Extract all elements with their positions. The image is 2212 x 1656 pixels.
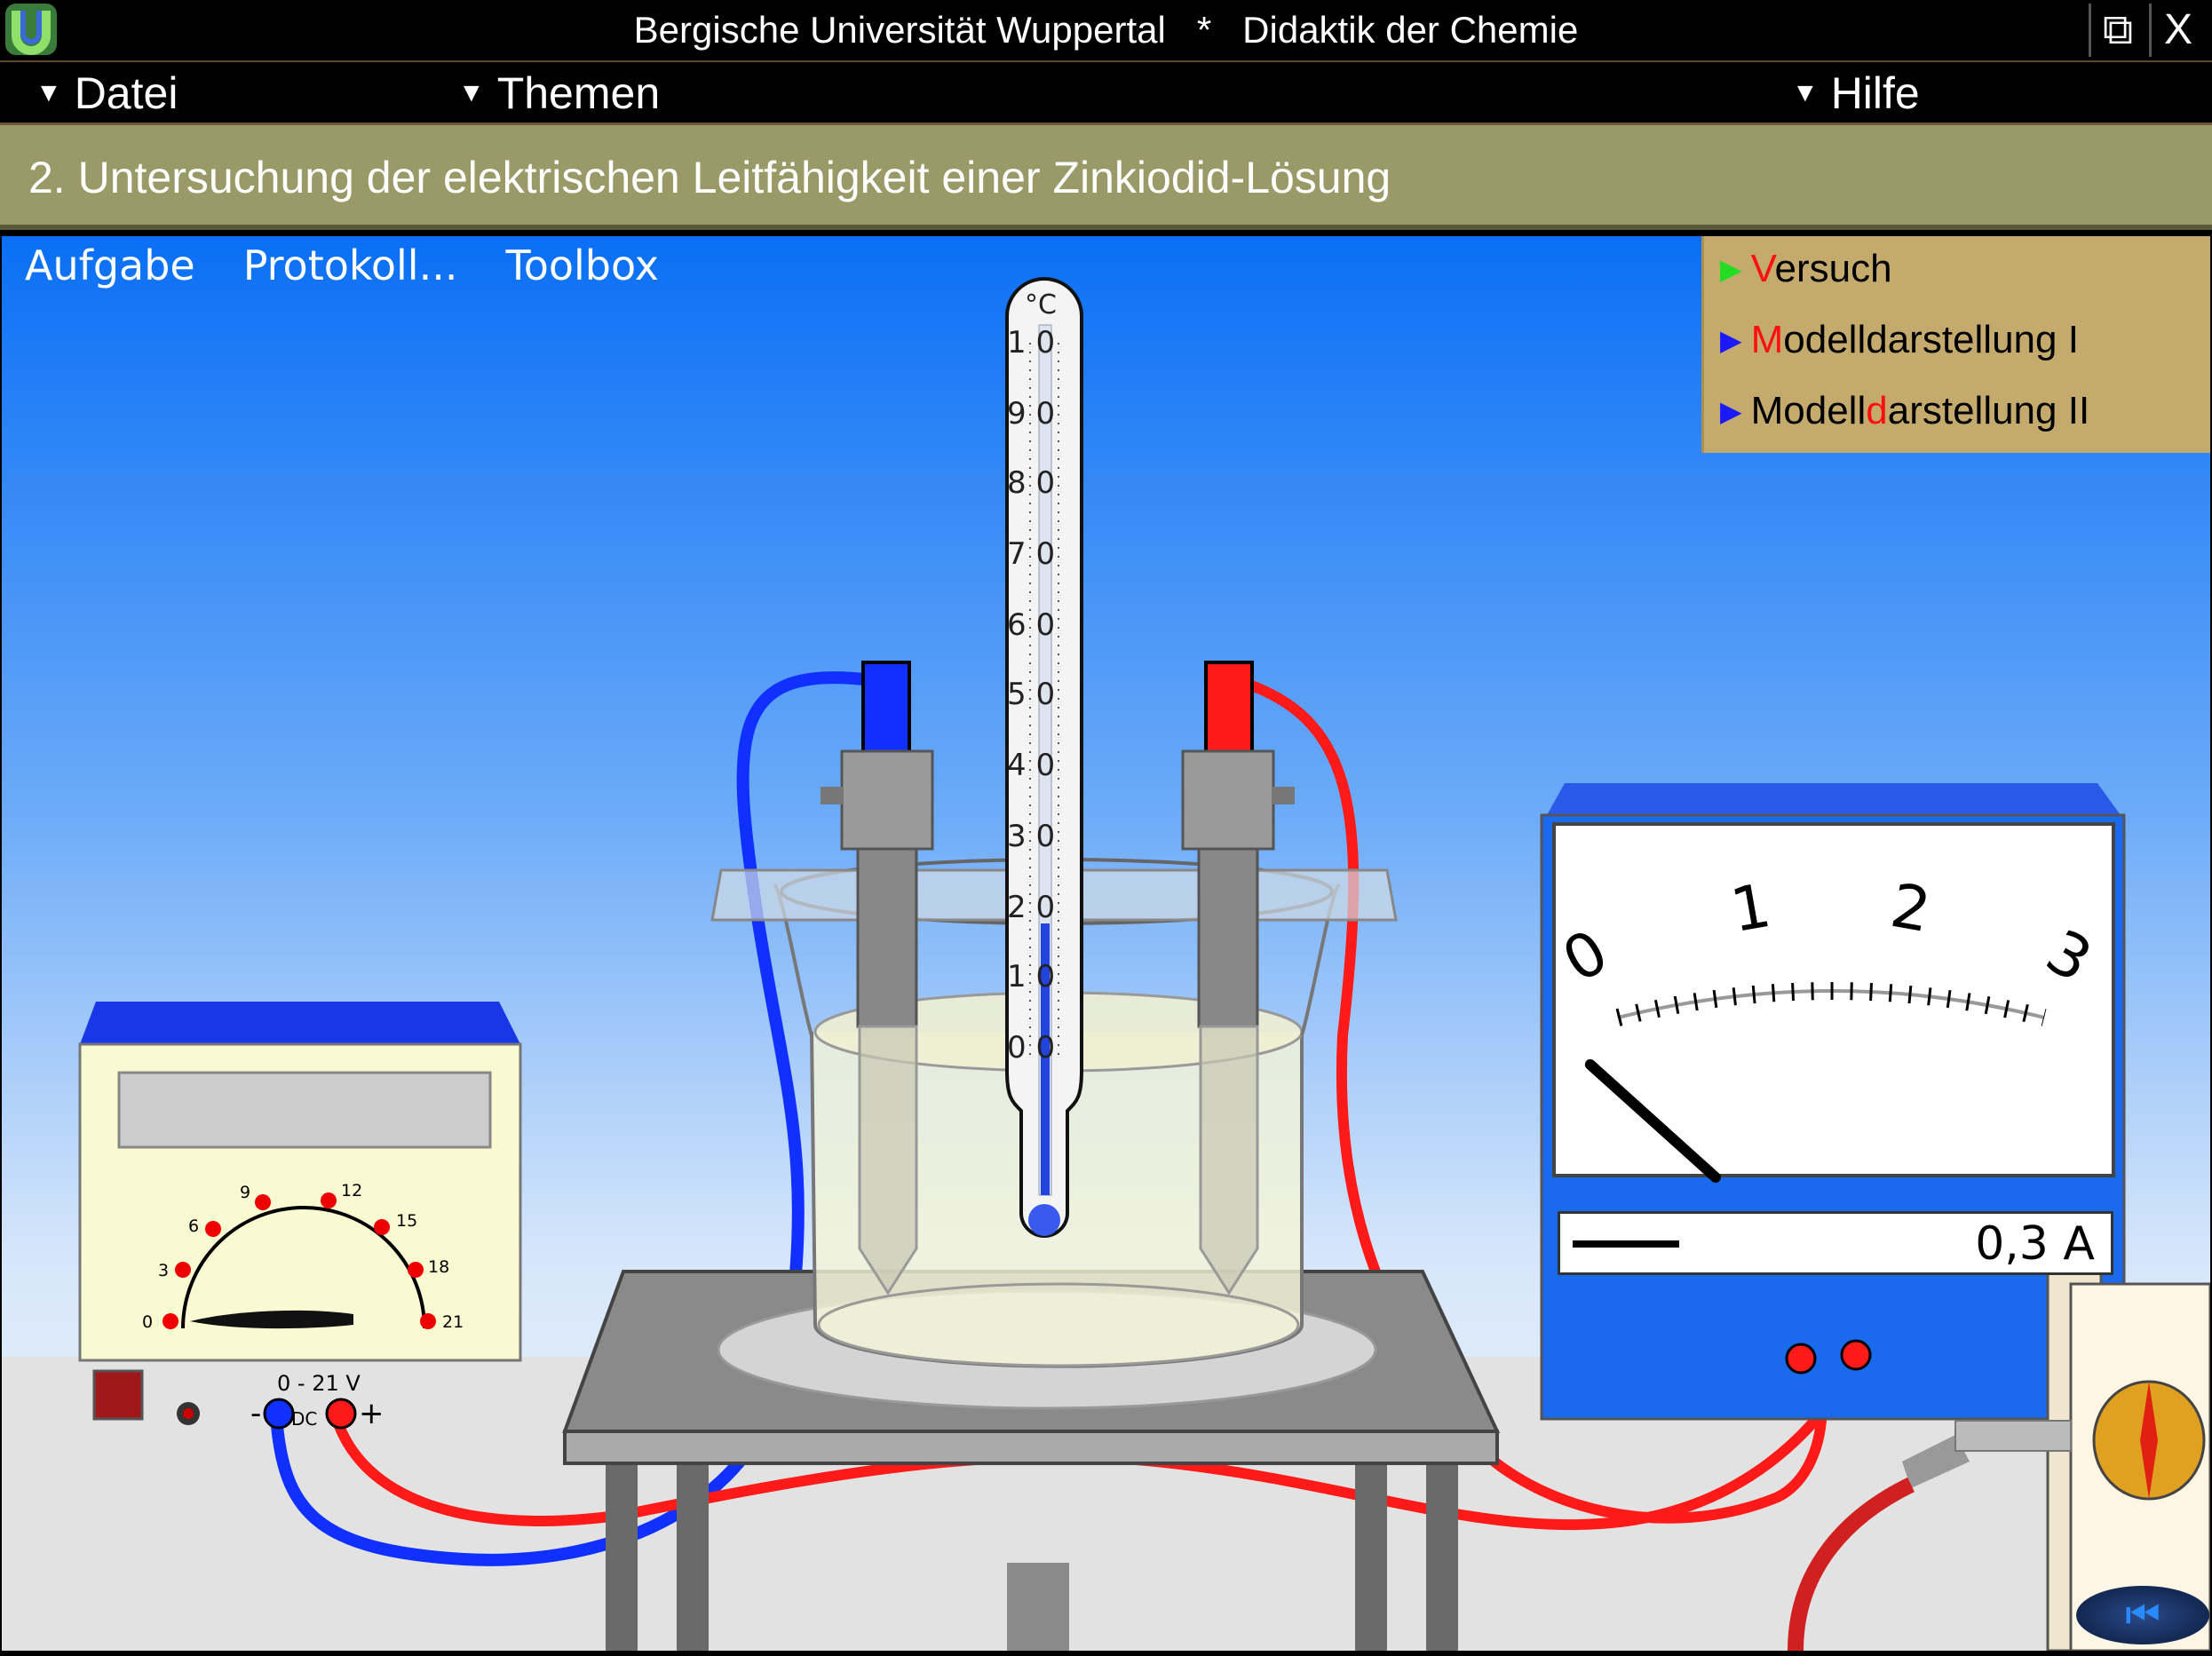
dial-label: 6 — [188, 1216, 200, 1236]
view-modelldarstellung-1[interactable]: ▶ Modelldarstellung I — [1720, 318, 2079, 362]
chevron-down-icon: ▼ — [458, 78, 485, 107]
view-modelldarstellung-2-label: Modelldarstellung II — [1750, 389, 2090, 432]
skip-back-icon: ⏮ — [2125, 1592, 2160, 1637]
dial-label: 9 — [240, 1183, 251, 1202]
nav-back-button[interactable]: ⏮ — [2076, 1586, 2209, 1644]
ammeter — [1540, 783, 2126, 1421]
tab-aufgabe[interactable]: Aufgabe — [25, 242, 195, 289]
close-window-button[interactable]: X — [2149, 4, 2205, 57]
view-selector: ▶ Versuch ▶ Modelldarstellung I ▶ Modell… — [1701, 236, 2210, 453]
menu-bar: ▼ Datei ▼ Themen ▼ Hilfe — [0, 62, 2212, 125]
thermometer-label: 6 0 — [1007, 607, 1056, 643]
tab-protokoll[interactable]: Protokoll... — [243, 242, 458, 289]
menu-datei-label: Datei — [74, 68, 178, 118]
ammeter-readout: 0,3 A — [1558, 1211, 2113, 1275]
thermometer-label: 0 0 — [1007, 1030, 1056, 1066]
thermometer-label: 8 0 — [1007, 465, 1056, 501]
view-modelldarstellung-1-label: Modelldarstellung I — [1750, 318, 2079, 361]
dial-label: 21 — [442, 1312, 464, 1332]
thermometer-unit: °C — [1025, 289, 1057, 321]
topic-title: 2. Untersuchung der elektrischen Leitfäh… — [28, 153, 1391, 202]
menu-themen[interactable]: ▼ Themen — [458, 67, 660, 119]
dial-label: 3 — [158, 1261, 170, 1280]
menu-hilfe[interactable]: ▼ Hilfe — [1792, 67, 1920, 119]
thermometer-label: 5 0 — [1007, 677, 1056, 712]
view-versuch[interactable]: ▶ Versuch — [1720, 247, 1892, 291]
thermometer-label: 7 0 — [1007, 536, 1056, 572]
chevron-down-icon: ▼ — [36, 78, 62, 107]
restore-window-button[interactable]: ⧉ — [2089, 4, 2145, 57]
dial-label: 0 — [142, 1312, 154, 1332]
restore-icon: ⧉ — [2102, 6, 2134, 53]
dc-label: DC — [291, 1408, 318, 1430]
dial-label: 18 — [428, 1257, 450, 1277]
chevron-down-icon: ▼ — [1792, 78, 1819, 107]
content-tabs: Aufgabe Protokoll... Toolbox — [25, 242, 659, 289]
power-supply — [78, 1002, 522, 1430]
play-icon: ▶ — [1720, 324, 1742, 356]
dial-label: 15 — [396, 1211, 418, 1231]
topic-bar: 2. Untersuchung der elektrischen Leitfäh… — [0, 125, 2212, 230]
menu-datei[interactable]: ▼ Datei — [36, 67, 178, 119]
current-value: 0,3 A — [1975, 1217, 2095, 1271]
view-modelldarstellung-2[interactable]: ▶ Modelldarstellung II — [1720, 389, 2089, 433]
menu-themen-label: Themen — [496, 68, 661, 118]
thermometer-label: 1 0 — [1007, 959, 1056, 994]
play-icon: ▶ — [1720, 395, 1742, 427]
close-icon: X — [2163, 6, 2192, 53]
voltage-range-label: 0 - 21 V — [277, 1371, 361, 1396]
view-versuch-label: Versuch — [1750, 247, 1892, 290]
thermometer-label: 2 0 — [1007, 890, 1056, 925]
thermometer-label: 3 0 — [1007, 819, 1056, 854]
experiment-stage: Aufgabe Protokoll... Toolbox ▶ Versuch ▶… — [2, 236, 2210, 1651]
play-icon: ▶ — [1720, 253, 1742, 285]
title-bar: Bergische Universität Wuppertal * Didakt… — [0, 0, 2212, 62]
menu-hilfe-label: Hilfe — [1830, 68, 1920, 118]
tab-toolbox[interactable]: Toolbox — [505, 242, 659, 289]
minus-label: - — [250, 1396, 262, 1431]
plus-label: + — [359, 1396, 385, 1431]
thermometer-label: 1 0 — [1007, 325, 1056, 361]
window-title: Bergische Universität Wuppertal * Didakt… — [633, 9, 1579, 51]
thermometer-label: 9 0 — [1007, 396, 1056, 432]
dc-symbol — [1573, 1240, 1679, 1248]
thermometer-label: 4 0 — [1007, 748, 1056, 783]
dial-label: 12 — [341, 1181, 363, 1200]
